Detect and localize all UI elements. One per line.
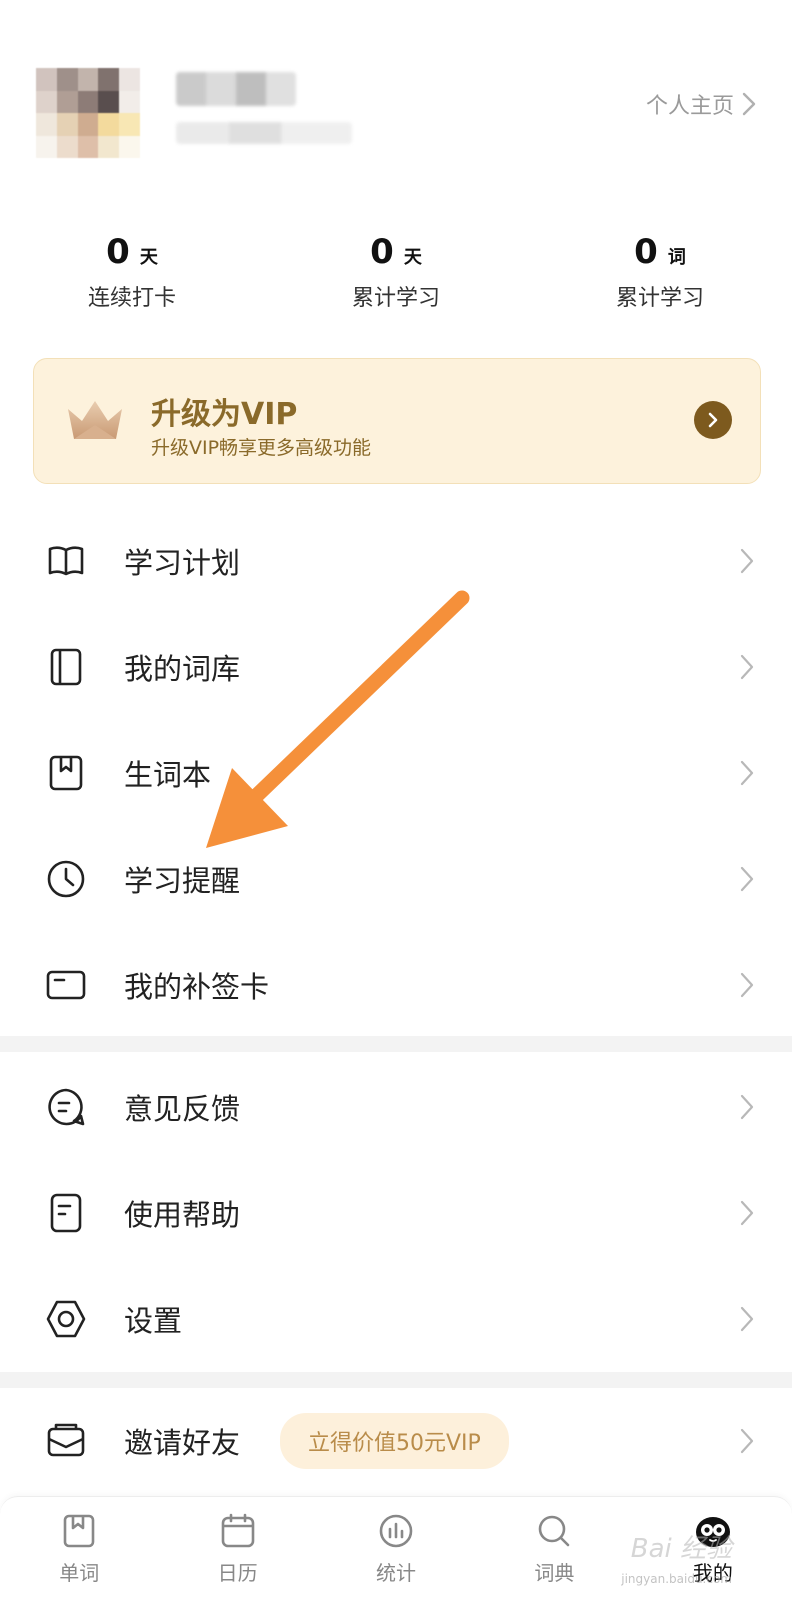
stat-label: 连续打卡 bbox=[87, 286, 176, 311]
menu-item-invite-friends[interactable]: 邀请好友 立得价值50元VIP bbox=[0, 1388, 792, 1494]
menu-item-label: 学习提醒 bbox=[124, 864, 241, 898]
chevron-right-icon bbox=[740, 1428, 754, 1454]
username-blurred bbox=[176, 72, 296, 106]
menu-item-label: 我的补签卡 bbox=[124, 970, 270, 1004]
nav-tab-label: 单词 bbox=[59, 1561, 100, 1585]
vip-title: 升级为VIP bbox=[151, 397, 298, 432]
watermark-url: jingyan.baidu.com bbox=[621, 1572, 732, 1586]
nav-tab-label: 日历 bbox=[217, 1561, 258, 1585]
menu-item-help[interactable]: 使用帮助 bbox=[0, 1160, 792, 1266]
menu-item-label: 我的词库 bbox=[124, 652, 241, 686]
notebook-icon bbox=[49, 755, 83, 791]
vip-go-button[interactable] bbox=[694, 401, 732, 439]
stat-words-learned[interactable]: 0词 累计学习 bbox=[528, 232, 792, 332]
menu-item-word-bank[interactable]: 我的词库 bbox=[0, 614, 792, 720]
menu-item-label: 学习计划 bbox=[124, 546, 241, 580]
card-icon bbox=[46, 970, 86, 1000]
section-divider bbox=[0, 1036, 792, 1052]
stat-value: 0 bbox=[370, 232, 394, 272]
settings-icon bbox=[46, 1300, 86, 1338]
chevron-right-icon bbox=[740, 654, 754, 680]
stat-checkin-streak[interactable]: 0天 连续打卡 bbox=[0, 232, 264, 332]
chevron-right-icon bbox=[740, 972, 754, 998]
chevron-right-icon bbox=[742, 92, 756, 116]
chevron-right-icon bbox=[740, 866, 754, 892]
nav-tab-dictionary[interactable]: 词典 bbox=[475, 1497, 633, 1601]
menu-item-label: 意见反馈 bbox=[124, 1092, 241, 1126]
menu-item-label: 使用帮助 bbox=[124, 1198, 241, 1232]
envelope-icon bbox=[47, 1423, 85, 1457]
stat-value: 0 bbox=[106, 232, 130, 272]
menu-item-makeup-card[interactable]: 我的补签卡 bbox=[0, 932, 792, 1038]
profile-home-link[interactable]: 个人主页 bbox=[646, 88, 756, 120]
nav-tab-label: 词典 bbox=[534, 1561, 575, 1585]
menu-item-label: 生词本 bbox=[124, 758, 212, 792]
section-divider bbox=[0, 1372, 792, 1388]
menu-item-study-plan[interactable]: 学习计划 bbox=[0, 508, 792, 614]
stat-label: 累计学习 bbox=[615, 286, 704, 311]
menu-item-feedback[interactable]: 意见反馈 bbox=[0, 1054, 792, 1160]
calendar-icon bbox=[221, 1513, 254, 1548]
user-id-blurred bbox=[176, 122, 352, 144]
stats-row: 0天 连续打卡 0天 累计学习 0词 累计学习 bbox=[0, 232, 792, 332]
vip-upgrade-card[interactable]: 升级为VIP 升级VIP畅享更多高级功能 bbox=[33, 358, 761, 484]
crown-icon bbox=[68, 401, 122, 439]
nav-tab-calendar[interactable]: 日历 bbox=[158, 1497, 316, 1601]
chevron-right-icon bbox=[740, 1200, 754, 1226]
bookmark-book-icon bbox=[63, 1514, 95, 1548]
menu-item-label: 设置 bbox=[124, 1304, 183, 1338]
feedback-icon bbox=[48, 1088, 85, 1126]
nav-tab-stats[interactable]: 统计 bbox=[317, 1497, 475, 1601]
stat-unit: 天 bbox=[403, 247, 422, 268]
menu-group-support: 意见反馈 使用帮助 设置 bbox=[0, 1054, 792, 1372]
chevron-right-icon bbox=[740, 760, 754, 786]
profile-home-label: 个人主页 bbox=[645, 94, 734, 119]
vip-subtitle: 升级VIP畅享更多高级功能 bbox=[151, 437, 372, 459]
chevron-right-icon bbox=[740, 548, 754, 574]
stat-value: 0 bbox=[634, 232, 658, 272]
chevron-right-icon bbox=[740, 1306, 754, 1332]
clock-icon bbox=[47, 860, 85, 898]
menu-item-vocab-notebook[interactable]: 生词本 bbox=[0, 720, 792, 826]
search-icon bbox=[539, 1515, 570, 1547]
stat-unit: 词 bbox=[667, 247, 686, 268]
stat-label: 累计学习 bbox=[351, 286, 440, 311]
stat-study-days[interactable]: 0天 累计学习 bbox=[264, 232, 528, 332]
book-icon bbox=[48, 546, 84, 576]
chart-icon bbox=[379, 1514, 413, 1548]
watermark-logo: Bai 经验 bbox=[630, 1534, 732, 1564]
nav-tab-label: 统计 bbox=[376, 1561, 417, 1585]
invite-promo-badge[interactable]: 立得价值50元VIP bbox=[280, 1413, 509, 1469]
menu-item-study-reminder[interactable]: 学习提醒 bbox=[0, 826, 792, 932]
word-bank-icon bbox=[50, 648, 82, 686]
chevron-right-icon bbox=[740, 1094, 754, 1120]
nav-tab-words[interactable]: 单词 bbox=[0, 1497, 158, 1601]
menu-item-settings[interactable]: 设置 bbox=[0, 1266, 792, 1372]
avatar[interactable] bbox=[36, 68, 140, 158]
profile-header: 个人主页 bbox=[0, 0, 792, 230]
stat-unit: 天 bbox=[139, 247, 158, 268]
chevron-right-icon bbox=[708, 412, 718, 428]
help-doc-icon bbox=[50, 1193, 82, 1233]
menu-item-label: 邀请好友 bbox=[124, 1426, 241, 1460]
menu-group-study: 学习计划 我的词库 生词本 学习提醒 我的补签卡 bbox=[0, 508, 792, 1038]
menu-group-invite: 邀请好友 立得价值50元VIP bbox=[0, 1388, 792, 1494]
